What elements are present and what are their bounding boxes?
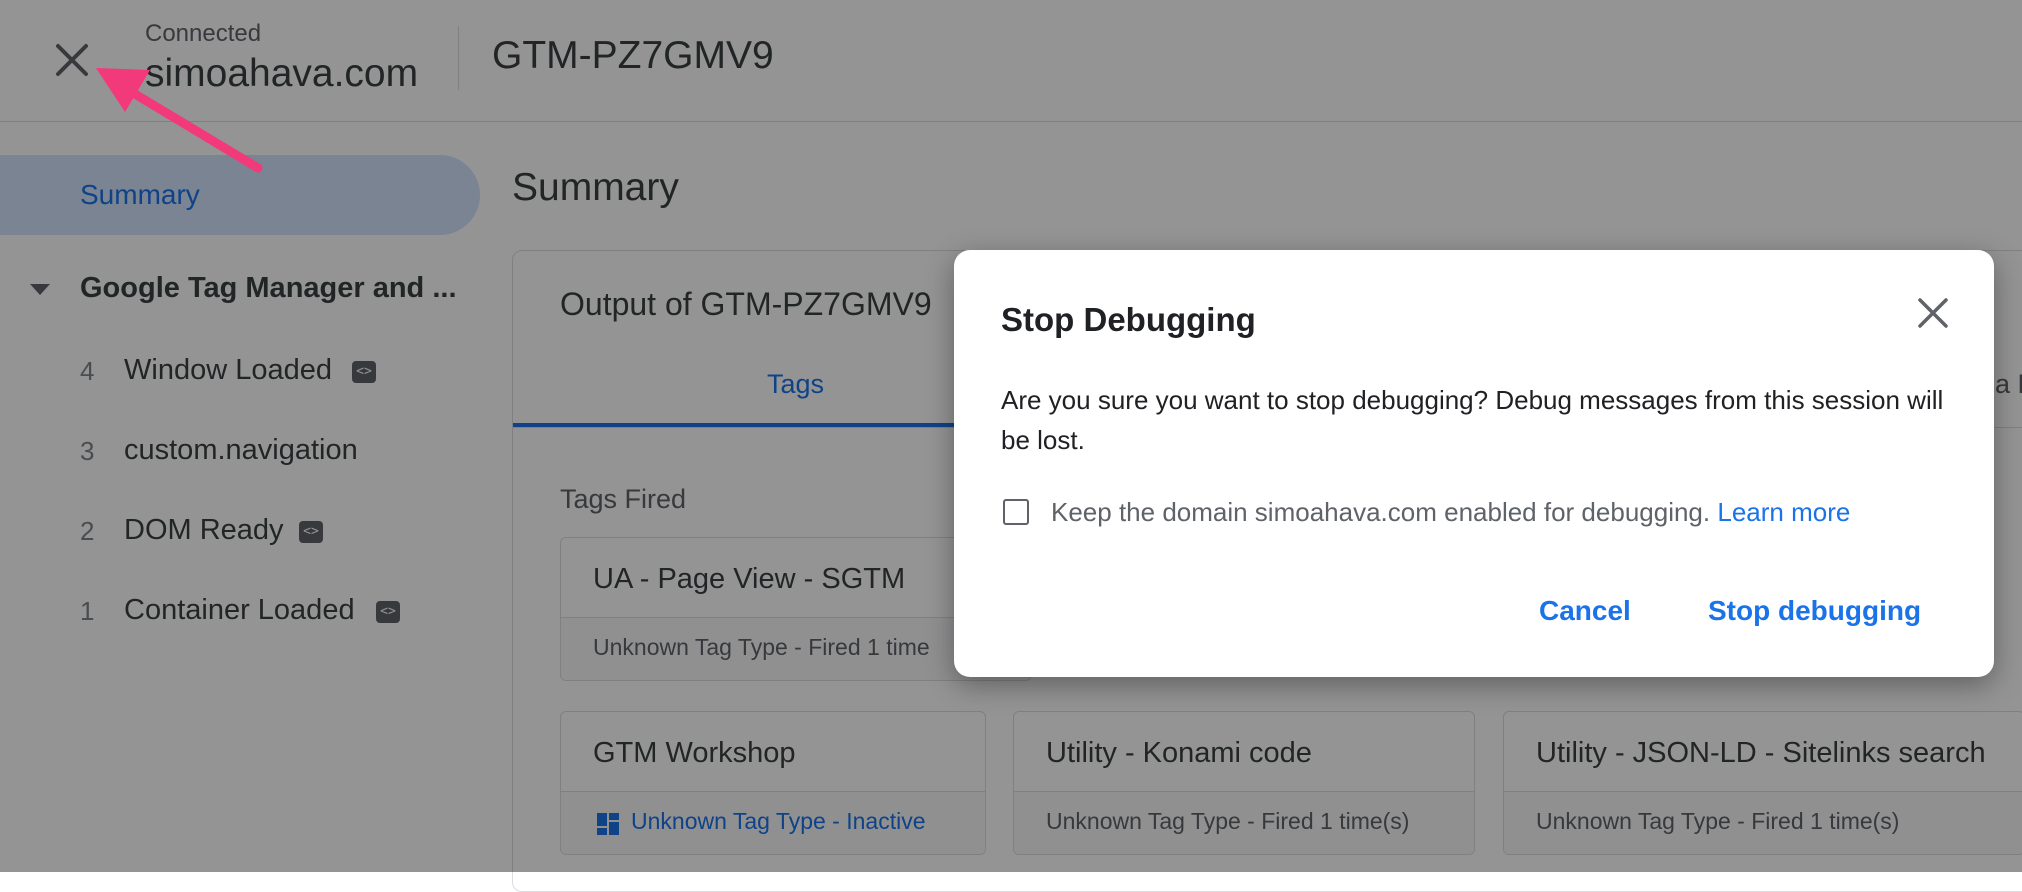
dialog-message: Are you sure you want to stop debugging?…: [1001, 385, 1944, 455]
keep-domain-row: Keep the domain simoahava.com enabled fo…: [1001, 493, 1961, 533]
cancel-button[interactable]: Cancel: [1539, 595, 1631, 627]
checkbox-label: Keep the domain simoahava.com enabled fo…: [1051, 497, 1850, 528]
checkbox-label-text: Keep the domain simoahava.com enabled fo…: [1051, 497, 1711, 527]
annotation-arrow-icon: [96, 68, 263, 173]
keep-domain-checkbox[interactable]: [1003, 499, 1029, 525]
stop-debugging-dialog: Stop Debugging Are you sure you want to …: [954, 250, 1994, 677]
dialog-title: Stop Debugging: [1001, 301, 1256, 338]
learn-more-link[interactable]: Learn more: [1717, 497, 1850, 527]
stop-debugging-button[interactable]: Stop debugging: [1708, 595, 1921, 627]
close-icon[interactable]: [1914, 294, 1952, 332]
